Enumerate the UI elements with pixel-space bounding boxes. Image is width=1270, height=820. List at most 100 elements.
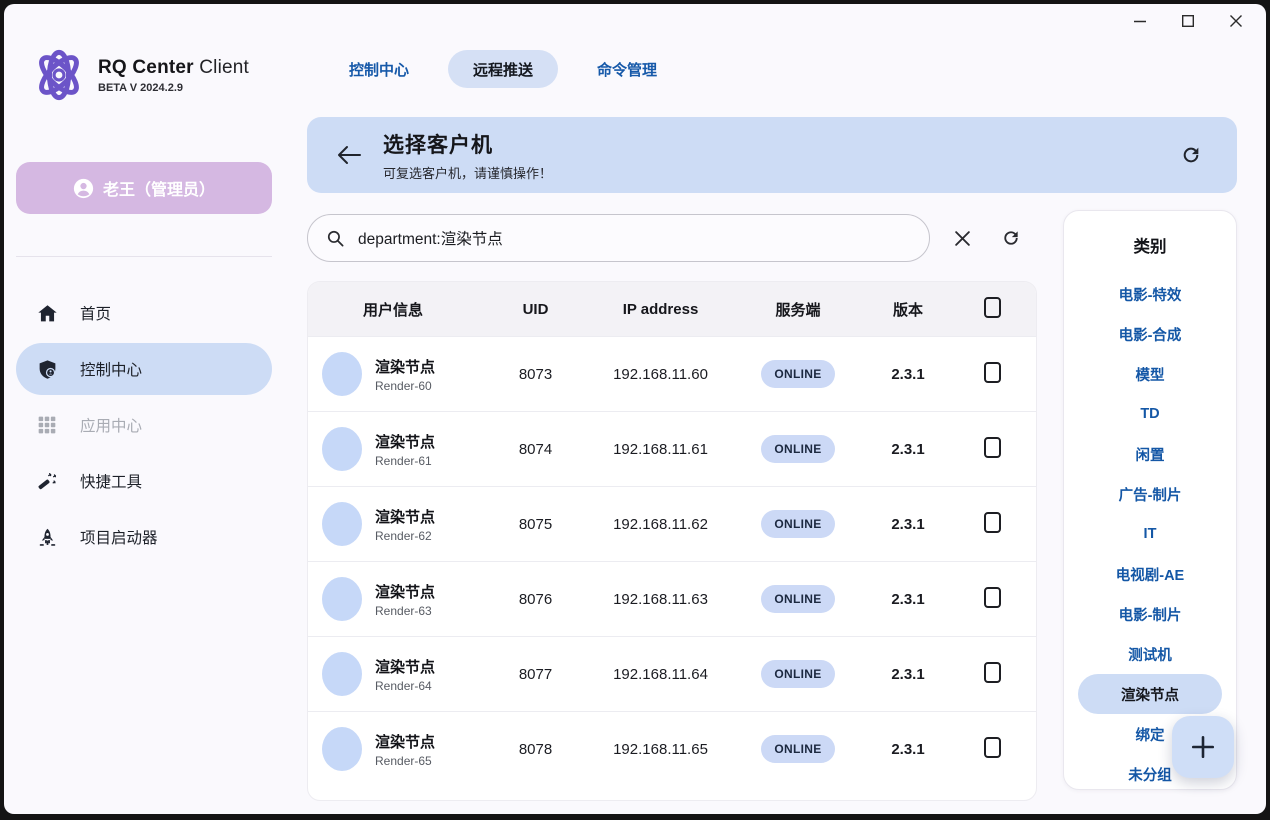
category-panel-title: 类别: [1064, 233, 1236, 257]
table-header: 用户信息 UID IP address 服务端 版本: [308, 282, 1036, 336]
app-version: BETA V 2024.2.9: [98, 82, 249, 94]
table-row[interactable]: 渲染节点 Render-61 8074 192.168.11.61 ONLINE…: [308, 411, 1036, 486]
search-input[interactable]: department:渲染节点: [307, 214, 930, 262]
tab-command-management[interactable]: 命令管理: [572, 50, 682, 88]
version-value: 2.3.1: [868, 741, 948, 758]
sidebar-item-app-center: 应用中心: [16, 399, 272, 451]
shield-icon: [36, 358, 58, 380]
client-avatar: [322, 352, 362, 396]
category-item[interactable]: 模型: [1078, 354, 1222, 394]
row-checkbox[interactable]: [984, 362, 1001, 383]
app-title: RQ Center Client: [98, 57, 249, 79]
uid-value: 8075: [478, 516, 593, 533]
plus-icon: [1190, 734, 1216, 760]
status-badge: ONLINE: [761, 435, 834, 463]
status-badge: ONLINE: [761, 510, 834, 538]
table-row[interactable]: 渲染节点 Render-64 8077 192.168.11.64 ONLINE…: [308, 636, 1036, 711]
category-item[interactable]: 电视剧-AE: [1078, 554, 1222, 594]
sidebar-item-control-center[interactable]: 控制中心: [16, 343, 272, 395]
category-item[interactable]: IT: [1078, 514, 1222, 554]
category-item[interactable]: 测试机: [1078, 634, 1222, 674]
row-checkbox[interactable]: [984, 662, 1001, 683]
search-refresh-button[interactable]: [993, 220, 1029, 256]
client-hostname: Render-61: [375, 454, 435, 468]
client-name: 渲染节点: [375, 656, 435, 677]
sidebar-item-quick-tools[interactable]: 快捷工具: [16, 455, 272, 507]
table-row[interactable]: 渲染节点 Render-63 8076 192.168.11.63 ONLINE…: [308, 561, 1036, 636]
version-value: 2.3.1: [868, 591, 948, 608]
ip-value: 192.168.11.63: [593, 591, 728, 608]
sidebar-item-project-launcher[interactable]: 项目启动器: [16, 511, 272, 563]
sidebar-item-home[interactable]: 首页: [16, 287, 272, 339]
client-avatar: [322, 727, 362, 771]
category-item[interactable]: 渲染节点: [1078, 674, 1222, 714]
client-hostname: Render-62: [375, 529, 435, 543]
clear-search-button[interactable]: [944, 220, 980, 256]
category-item[interactable]: 电影-特效: [1078, 274, 1222, 314]
client-avatar: [322, 427, 362, 471]
column-header-user: 用户信息: [308, 299, 478, 320]
table-row[interactable]: 渲染节点 Render-60 8073 192.168.11.60 ONLINE…: [308, 336, 1036, 411]
atom-logo-icon: [30, 46, 88, 104]
ip-value: 192.168.11.61: [593, 441, 728, 458]
version-value: 2.3.1: [868, 441, 948, 458]
window-controls: [1124, 10, 1252, 32]
ip-value: 192.168.11.65: [593, 741, 728, 758]
minimize-button[interactable]: [1124, 10, 1156, 32]
close-button[interactable]: [1220, 10, 1252, 32]
maximize-button[interactable]: [1172, 10, 1204, 32]
row-checkbox[interactable]: [984, 512, 1001, 533]
search-query-text: department:渲染节点: [358, 227, 503, 249]
back-button[interactable]: [329, 135, 369, 175]
category-item[interactable]: 电影-制片: [1078, 594, 1222, 634]
version-value: 2.3.1: [868, 516, 948, 533]
user-badge[interactable]: 老王（管理员）: [16, 162, 272, 214]
client-name: 渲染节点: [375, 731, 435, 752]
user-icon: [73, 178, 94, 199]
sidebar-item-label: 控制中心: [80, 358, 142, 380]
page-subtitle: 可复选客户机，请谨慎操作！: [383, 163, 552, 182]
row-checkbox[interactable]: [984, 587, 1001, 608]
app-logo: RQ Center Client BETA V 2024.2.9: [30, 46, 249, 104]
row-checkbox[interactable]: [984, 737, 1001, 758]
sidebar-item-label: 快捷工具: [80, 470, 142, 492]
user-badge-label: 老王（管理员）: [103, 176, 215, 200]
refresh-button[interactable]: [1173, 137, 1209, 173]
client-name: 渲染节点: [375, 431, 435, 452]
page-header-banner: 选择客户机 可复选客户机，请谨慎操作！: [307, 117, 1237, 193]
category-item[interactable]: 电影-合成: [1078, 314, 1222, 354]
top-tab-bar: 控制中心 远程推送 命令管理: [324, 50, 682, 88]
tab-control-center[interactable]: 控制中心: [324, 50, 434, 88]
column-header-uid: UID: [478, 301, 593, 318]
sidebar-item-label: 首页: [80, 302, 111, 324]
column-header-status: 服务端: [728, 299, 868, 320]
client-name: 渲染节点: [375, 356, 435, 377]
table-row[interactable]: 渲染节点 Render-62 8075 192.168.11.62 ONLINE…: [308, 486, 1036, 561]
uid-value: 8078: [478, 741, 593, 758]
add-category-button[interactable]: [1172, 716, 1234, 778]
select-all-checkbox[interactable]: [984, 297, 1001, 318]
status-badge: ONLINE: [761, 585, 834, 613]
ip-value: 192.168.11.64: [593, 666, 728, 683]
version-value: 2.3.1: [868, 666, 948, 683]
category-item[interactable]: 闲置: [1078, 434, 1222, 474]
status-badge: ONLINE: [761, 360, 834, 388]
ip-value: 192.168.11.60: [593, 366, 728, 383]
tab-remote-push[interactable]: 远程推送: [448, 50, 558, 88]
client-table: 用户信息 UID IP address 服务端 版本 渲染节点 Render-6…: [307, 281, 1037, 801]
client-name: 渲染节点: [375, 581, 435, 602]
column-header-ip: IP address: [593, 301, 728, 318]
category-item[interactable]: TD: [1078, 394, 1222, 434]
sidebar-item-label: 应用中心: [80, 414, 142, 436]
client-avatar: [322, 652, 362, 696]
row-checkbox[interactable]: [984, 437, 1001, 458]
table-row[interactable]: 渲染节点 Render-65 8078 192.168.11.65 ONLINE…: [308, 711, 1036, 786]
column-header-version: 版本: [868, 299, 948, 320]
uid-value: 8073: [478, 366, 593, 383]
rocket-icon: [36, 526, 58, 548]
wand-icon: [36, 470, 58, 492]
version-value: 2.3.1: [868, 366, 948, 383]
client-hostname: Render-64: [375, 679, 435, 693]
status-badge: ONLINE: [761, 660, 834, 688]
category-item[interactable]: 广告-制片: [1078, 474, 1222, 514]
